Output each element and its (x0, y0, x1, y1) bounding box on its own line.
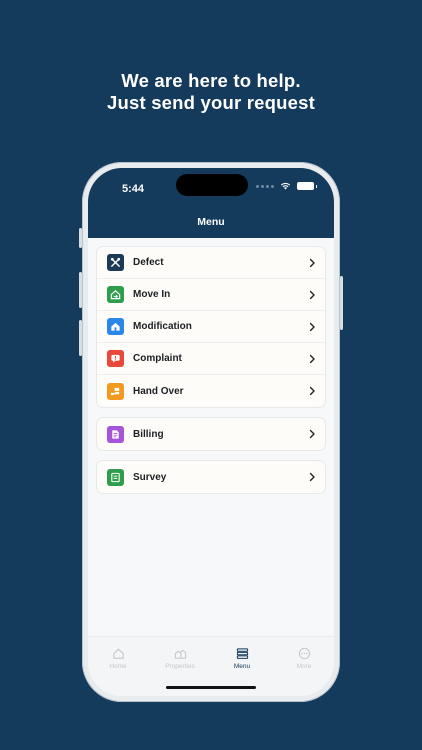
tab-bar: Home Properties Menu More (88, 636, 334, 696)
menu-item-hand-over[interactable]: Hand Over (97, 375, 325, 407)
chevron-right-icon (309, 386, 315, 396)
tab-label: Home (109, 663, 127, 670)
more-icon (298, 647, 310, 660)
menu-item-defect[interactable]: Defect (97, 247, 325, 279)
properties-icon (174, 649, 186, 659)
survey-icon (107, 468, 124, 486)
menu-item-label: Billing (133, 428, 164, 440)
move-in-icon (107, 286, 124, 303)
wifi-icon (280, 182, 291, 190)
menu-item-label: Defect (133, 257, 164, 268)
power-button (340, 276, 343, 330)
menu-item-label: Survey (133, 471, 167, 483)
tab-label: Menu (233, 663, 251, 670)
phone-frame: 5:44 Menu Defect Move In Modification Co… (79, 162, 343, 702)
menu-list-icon (236, 648, 248, 659)
volume-up-button (79, 272, 82, 308)
home-icon (112, 648, 124, 659)
tab-properties[interactable]: Properties (150, 647, 210, 670)
app-screen: 5:44 Menu Defect Move In Modification Co… (88, 168, 334, 696)
tab-label: More (296, 663, 312, 670)
menu-group-billing: Billing (96, 417, 326, 451)
tab-more[interactable]: More (274, 647, 334, 670)
headline-line-2: Just send your request (107, 92, 315, 113)
chevron-right-icon (309, 258, 315, 268)
tab-home[interactable]: Home (88, 647, 148, 670)
status-time: 5:44 (122, 183, 145, 195)
tools-icon (107, 254, 124, 271)
modification-icon (107, 318, 124, 335)
tab-menu[interactable]: Menu (212, 647, 272, 670)
menu-item-survey[interactable]: Survey (97, 461, 325, 493)
page-title: Menu (197, 216, 225, 228)
menu-item-move-in[interactable]: Move In (97, 279, 325, 311)
complaint-icon (107, 350, 124, 367)
headline: We are here to help. Just send your requ… (0, 70, 422, 114)
tab-label: Properties (165, 663, 195, 670)
menu-item-complaint[interactable]: Complaint (97, 343, 325, 375)
chevron-right-icon (309, 290, 315, 300)
navigation-header: 5:44 Menu (88, 168, 334, 238)
chevron-right-icon (309, 472, 315, 482)
headline-line-1: We are here to help. (121, 70, 301, 91)
menu-group-requests: Defect Move In Modification Complaint Ha… (96, 246, 326, 408)
status-icons (256, 182, 317, 190)
menu-item-billing[interactable]: Billing (97, 418, 325, 450)
menu-item-label: Modification (133, 321, 192, 332)
menu-item-label: Move In (133, 289, 171, 300)
signal-icon (256, 184, 274, 188)
side-button (79, 228, 82, 248)
chevron-right-icon (309, 354, 315, 364)
menu-item-label: Hand Over (133, 385, 184, 397)
home-indicator[interactable] (166, 686, 256, 689)
volume-down-button (79, 320, 82, 356)
battery-icon (297, 182, 317, 190)
hand-over-icon (107, 382, 124, 400)
chevron-right-icon (309, 429, 315, 439)
menu-item-label: Complaint (133, 353, 182, 364)
dynamic-island (176, 174, 248, 196)
billing-icon (107, 425, 124, 443)
chevron-right-icon (309, 322, 315, 332)
menu-group-survey: Survey (96, 460, 326, 494)
menu-item-modification[interactable]: Modification (97, 311, 325, 343)
